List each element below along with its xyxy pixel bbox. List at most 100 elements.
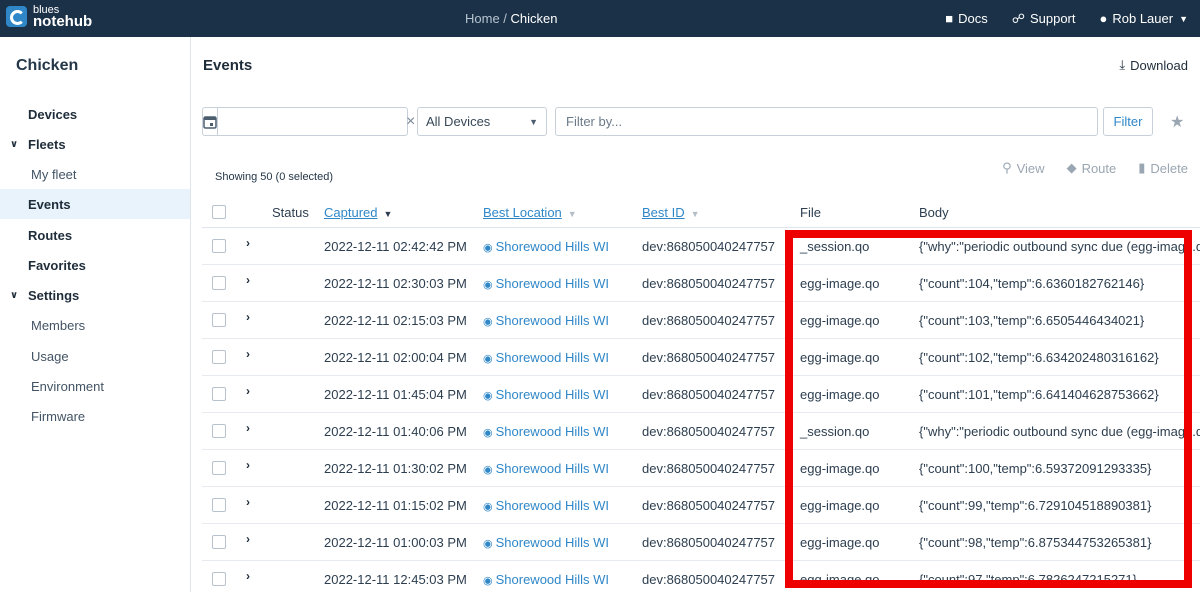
chevron-right-icon[interactable]: › [246, 495, 250, 509]
star-icon[interactable]: ★ [1170, 112, 1184, 132]
page-title: Events [203, 57, 253, 74]
best-id-cell: dev:868050040247757 [642, 498, 776, 513]
row-checkbox[interactable] [212, 350, 226, 364]
row-checkbox[interactable] [212, 498, 226, 512]
sidebar-item-firmware[interactable]: Firmware [0, 401, 190, 431]
table-row[interactable]: › 2022-12-11 12:45:03 PM ◉ Shorewood Hill… [202, 561, 1200, 592]
location-link[interactable]: ◉ Shorewood Hills WI [483, 535, 609, 550]
location-link[interactable]: ◉ Shorewood Hills WI [483, 350, 609, 365]
chevron-right-icon[interactable]: › [246, 532, 250, 546]
body-cell: {"count":101,"temp":6.641404628753662} [919, 387, 1159, 402]
table-row[interactable]: › 2022-12-11 02:00:04 PM ◉ Shorewood Hill… [202, 339, 1200, 376]
captured-cell: 2022-12-11 12:45:03 PM [324, 572, 467, 587]
chevron-right-icon[interactable]: › [246, 384, 250, 398]
docs-link[interactable]: ■ Docs [945, 11, 987, 26]
table-row[interactable]: › 2022-12-11 02:15:03 PM ◉ Shorewood Hill… [202, 302, 1200, 339]
table-row[interactable]: › 2022-12-11 02:42:42 PM ◉ Shorewood Hill… [202, 228, 1200, 265]
table-row[interactable]: › 2022-12-11 01:15:02 PM ◉ Shorewood Hill… [202, 487, 1200, 524]
filter-input[interactable] [556, 108, 1097, 135]
top-bar: blues notehub Home / Chicken ■ Docs ☍ Su… [0, 0, 1200, 37]
column-header-captured[interactable]: Captured ▼ [324, 205, 392, 220]
captured-cell: 2022-12-11 02:15:03 PM [324, 313, 467, 328]
table-row[interactable]: › 2022-12-11 02:30:03 PM ◉ Shorewood Hill… [202, 265, 1200, 302]
column-header-body: Body [919, 205, 949, 220]
device-select[interactable]: All Devices ▼ [417, 107, 547, 136]
chevron-right-icon[interactable]: › [246, 310, 250, 324]
chevron-right-icon[interactable]: › [246, 273, 250, 287]
location-link[interactable]: ◉ Shorewood Hills WI [483, 572, 609, 587]
table-row[interactable]: › 2022-12-11 01:30:02 PM ◉ Shorewood Hill… [202, 450, 1200, 487]
file-cell: _session.qo [800, 424, 870, 439]
docs-icon: ■ [945, 11, 954, 26]
location-link[interactable]: ◉ Shorewood Hills WI [483, 313, 609, 328]
location-pin-icon: ◉ [483, 464, 493, 476]
row-checkbox[interactable] [212, 535, 226, 549]
chevron-right-icon[interactable]: › [246, 458, 250, 472]
table-row[interactable]: › 2022-12-11 01:45:04 PM ◉ Shorewood Hill… [202, 376, 1200, 413]
row-checkbox[interactable] [212, 424, 226, 438]
sidebar-item-environment[interactable]: Environment [0, 371, 190, 401]
sidebar-item-events[interactable]: Events [0, 189, 190, 219]
file-cell: egg-image.qo [800, 498, 880, 513]
breadcrumb-home[interactable]: Home [465, 11, 500, 26]
row-checkbox[interactable] [212, 387, 226, 401]
route-button[interactable]: ◆ Route [1067, 160, 1117, 176]
chevron-right-icon[interactable]: › [246, 569, 250, 583]
date-range-input[interactable] [218, 108, 406, 135]
chevron-right-icon[interactable]: › [246, 347, 250, 361]
clear-icon[interactable]: × [406, 108, 415, 135]
captured-cell: 2022-12-11 02:00:04 PM [324, 350, 467, 365]
device-select-value: All Devices [426, 114, 491, 129]
chevron-right-icon[interactable]: › [246, 421, 250, 435]
location-link[interactable]: ◉ Shorewood Hills WI [483, 239, 609, 254]
sidebar-item-fleets[interactable]: ∨ Fleets [0, 129, 190, 159]
location-pin-icon: ◉ [483, 353, 493, 365]
sidebar-item-my-fleet[interactable]: My fleet [0, 159, 190, 189]
sidebar-item-favorites[interactable]: Favorites [0, 250, 190, 280]
chevron-right-icon[interactable]: › [246, 236, 250, 250]
row-checkbox[interactable] [212, 572, 226, 586]
download-button[interactable]: ⤓ Download [1119, 57, 1188, 73]
sidebar-item-usage[interactable]: Usage [0, 341, 190, 371]
calendar-icon[interactable] [203, 108, 218, 135]
sidebar-item-members[interactable]: Members [0, 310, 190, 340]
best-id-cell: dev:868050040247757 [642, 276, 776, 291]
row-checkbox[interactable] [212, 276, 226, 290]
body-cell: {"count":102,"temp":6.634202480316162} [919, 350, 1159, 365]
table-row[interactable]: › 2022-12-11 01:40:06 PM ◉ Shorewood Hill… [202, 413, 1200, 450]
column-header-best-id[interactable]: Best ID ▼ [642, 205, 700, 220]
sidebar-item-settings[interactable]: ∨ Settings [0, 280, 190, 310]
location-pin-icon: ◉ [483, 279, 493, 291]
filter-button[interactable]: Filter [1103, 107, 1153, 136]
user-icon: ● [1099, 11, 1108, 26]
captured-cell: 2022-12-11 01:15:02 PM [324, 498, 467, 513]
column-header-best-id-label: Best ID [642, 205, 685, 220]
sidebar-item-devices[interactable]: Devices [0, 99, 190, 129]
docs-label: Docs [958, 11, 988, 26]
location-link[interactable]: ◉ Shorewood Hills WI [483, 461, 609, 476]
sidebar-item-routes[interactable]: Routes [0, 220, 190, 250]
row-checkbox[interactable] [212, 313, 226, 327]
select-all-checkbox[interactable] [212, 205, 226, 219]
column-header-best-location[interactable]: Best Location ▼ [483, 205, 577, 220]
location-link[interactable]: ◉ Shorewood Hills WI [483, 424, 609, 439]
brand-logo[interactable]: blues notehub [6, 5, 92, 29]
support-label: Support [1029, 11, 1076, 26]
breadcrumb: Home / Chicken [465, 11, 558, 26]
best-id-cell: dev:868050040247757 [642, 572, 776, 587]
support-link[interactable]: ☍ Support [1012, 11, 1076, 27]
logo-icon [6, 5, 27, 27]
user-menu[interactable]: ● Rob Lauer ▼ [1099, 11, 1189, 26]
delete-button[interactable]: ▮ Delete [1138, 160, 1188, 176]
table-row[interactable]: › 2022-12-11 01:00:03 PM ◉ Shorewood Hill… [202, 524, 1200, 561]
location-link[interactable]: ◉ Shorewood Hills WI [483, 387, 609, 402]
row-checkbox[interactable] [212, 461, 226, 475]
location-link[interactable]: ◉ Shorewood Hills WI [483, 276, 609, 291]
filter-box [555, 107, 1098, 136]
view-label: View [1016, 160, 1045, 176]
location-pin-icon: ◉ [483, 427, 493, 439]
view-button[interactable]: ⚲ View [1002, 160, 1044, 176]
location-link[interactable]: ◉ Shorewood Hills WI [483, 498, 609, 513]
selection-count: Showing 50 (0 selected) [215, 171, 334, 183]
row-checkbox[interactable] [212, 239, 226, 253]
